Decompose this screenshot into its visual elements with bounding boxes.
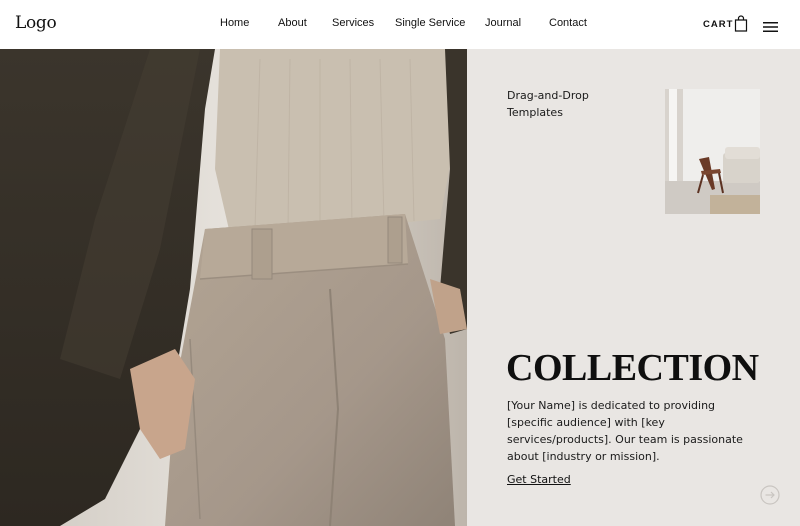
collection-description: [Your Name] is dedicated to providing [s…: [507, 399, 743, 463]
nav-item-contact[interactable]: Contact: [549, 17, 587, 29]
nav-item-single-service[interactable]: Single Service: [395, 17, 465, 29]
nav-item-home[interactable]: Home: [220, 17, 249, 29]
page-title: COLLECTION: [506, 347, 759, 389]
bag-icon[interactable]: [734, 15, 748, 32]
site-header: Logo Home About Services Single Service …: [0, 0, 800, 49]
arrow-circle-right-icon[interactable]: [760, 485, 780, 505]
nav-item-about[interactable]: About: [278, 17, 307, 29]
get-started-link[interactable]: Get Started: [507, 473, 571, 486]
hamburger-menu-icon[interactable]: [763, 18, 778, 32]
feature-label: Drag-and-Drop Templates: [507, 89, 589, 119]
main-nav: Home About Services Single Service Journ…: [0, 17, 800, 33]
cart-link[interactable]: CART: [703, 19, 733, 30]
hero-image: [0, 49, 467, 526]
collection-panel: Drag-and-Drop Templates COLLECTION [Your…: [467, 49, 800, 526]
nav-item-services[interactable]: Services: [332, 17, 374, 29]
nav-item-journal[interactable]: Journal: [485, 17, 521, 29]
interior-thumbnail-image: [665, 89, 760, 214]
